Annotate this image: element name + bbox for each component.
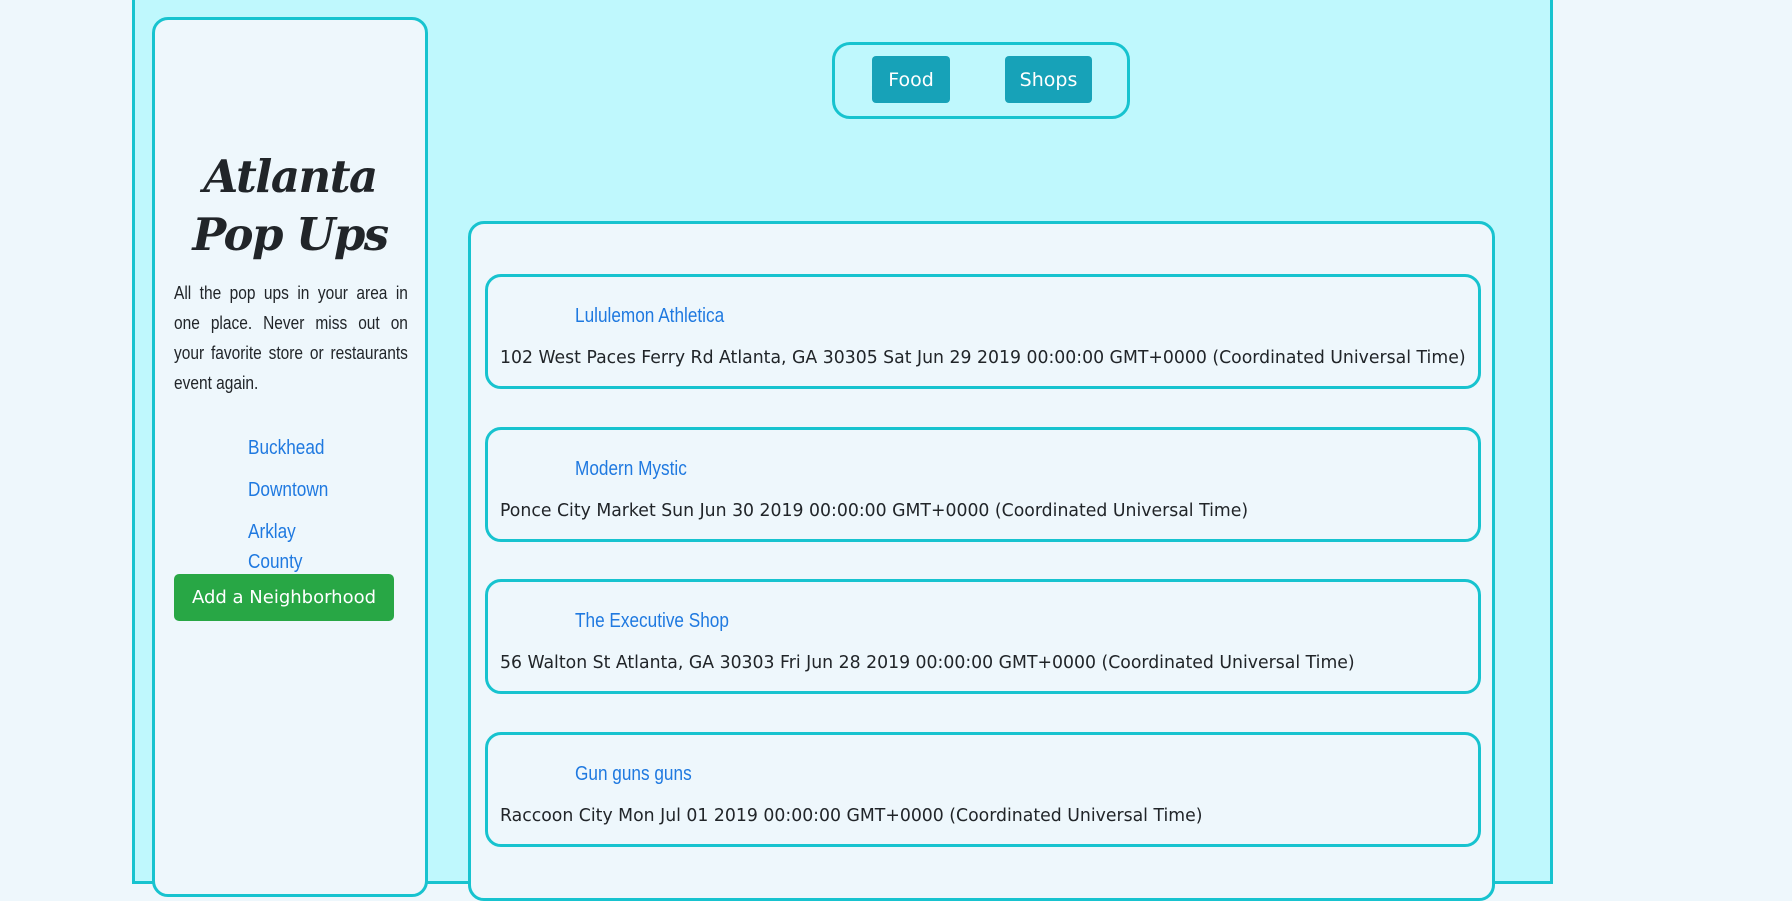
event-details: Ponce City Market Sun Jun 30 2019 00:00:…: [500, 500, 1249, 521]
event-card: Modern Mystic Ponce City Market Sun Jun …: [485, 427, 1481, 542]
event-details: Raccoon City Mon Jul 01 2019 00:00:00 GM…: [500, 805, 1203, 826]
category-filter-group: Food Shops: [832, 42, 1130, 119]
neighborhood-item: Arklay County: [248, 517, 368, 577]
neighborhood-item: Buckhead: [248, 433, 368, 463]
neighborhood-link-arklay-county[interactable]: Arklay County: [248, 517, 325, 577]
event-name-link[interactable]: Gun guns guns: [575, 761, 692, 787]
shops-filter-button[interactable]: Shops: [1005, 56, 1092, 103]
event-name-link[interactable]: The Executive Shop: [575, 608, 729, 634]
event-card: Lululemon Athletica 102 West Paces Ferry…: [485, 274, 1481, 389]
event-name-link[interactable]: Lululemon Athletica: [575, 303, 724, 329]
neighborhood-link-buckhead[interactable]: Buckhead: [248, 433, 325, 463]
neighborhood-list: Buckhead Downtown Arklay County: [248, 433, 368, 589]
food-filter-button[interactable]: Food: [872, 56, 950, 103]
events-panel: Lululemon Athletica 102 West Paces Ferry…: [468, 221, 1495, 901]
neighborhood-item: Downtown: [248, 475, 368, 505]
event-card: The Executive Shop 56 Walton St Atlanta,…: [485, 579, 1481, 694]
site-description: All the pop ups in your area in one plac…: [174, 283, 408, 393]
event-details: 102 West Paces Ferry Rd Atlanta, GA 3030…: [500, 347, 1466, 368]
neighborhood-link-downtown[interactable]: Downtown: [248, 475, 328, 505]
sidebar: Atlanta Pop Ups All the pop ups in your …: [152, 17, 428, 897]
event-card: Gun guns guns Raccoon City Mon Jul 01 20…: [485, 732, 1481, 847]
site-title: Atlanta Pop Ups: [192, 150, 389, 261]
event-details: 56 Walton St Atlanta, GA 30303 Fri Jun 2…: [500, 652, 1355, 673]
add-neighborhood-button[interactable]: Add a Neighborhood: [174, 574, 394, 621]
event-name-link[interactable]: Modern Mystic: [575, 456, 687, 482]
